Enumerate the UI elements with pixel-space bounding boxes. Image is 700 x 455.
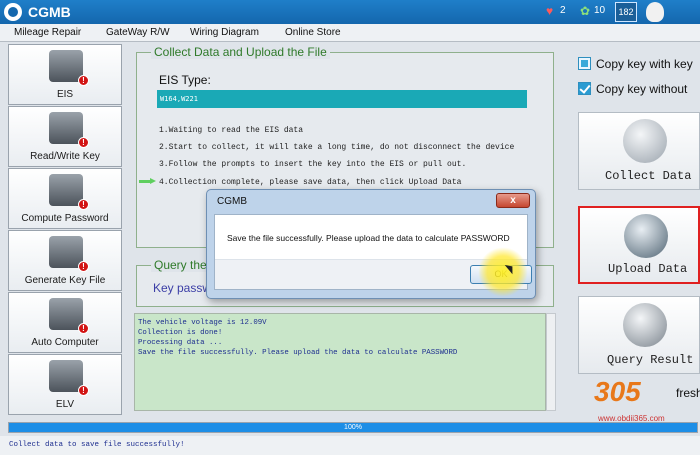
sidebar-item-label: Generate Key File [24, 275, 106, 286]
query-group-title: Query the [151, 258, 210, 272]
query-result-label: Query Result [607, 353, 694, 367]
sidebar-item-generate-key-file[interactable]: ! Generate Key File [8, 230, 122, 291]
alert-icon: ! [78, 261, 89, 272]
menu-gateway-rw[interactable]: GateWay R/W [106, 27, 170, 38]
sidebar-item-eis[interactable]: ! EIS [8, 44, 122, 105]
dialog-body: Save the file successfully. Please uploa… [214, 214, 532, 290]
copy-key-without-label: Copy key without [596, 82, 688, 96]
leaf-icon: ✿ [580, 4, 591, 18]
close-button[interactable]: x [496, 193, 530, 208]
sidebar-item-label: Compute Password [21, 213, 109, 224]
alert-icon: ! [78, 199, 89, 210]
heart-icon: ♥ [546, 4, 554, 18]
collect-data-button[interactable]: Collect Data [578, 112, 700, 190]
progress-text: 100% [344, 424, 362, 431]
menu-online-store[interactable]: Online Store [285, 27, 341, 38]
hearts-count: 2 [560, 5, 566, 16]
owl-icon[interactable] [646, 2, 664, 22]
dialog-message: Save the file successfully. Please uploa… [227, 233, 510, 243]
message-dialog: CGMB x Save the file successfully. Pleas… [206, 189, 536, 299]
user-badge[interactable]: 182 [615, 2, 637, 22]
alert-icon: ! [78, 385, 89, 396]
sidebar-item-auto-computer[interactable]: ! Auto Computer [8, 292, 122, 353]
query-result-button[interactable]: Query Result [578, 296, 700, 374]
copy-key-with-key-option[interactable]: Copy key with key [578, 57, 693, 71]
sidebar: ! EIS ! Read/Write Key ! Compute Passwor… [8, 44, 122, 416]
menu-bar: Mileage Repair GateWay R/W Wiring Diagra… [0, 24, 700, 42]
step-2: 2.Start to collect, it will take a long … [159, 143, 515, 152]
copy-key-with-label: Copy key with key [596, 57, 693, 71]
dialog-footer: OK [215, 259, 532, 289]
sidebar-item-label: Read/Write Key [30, 151, 100, 162]
alert-icon: ! [78, 75, 89, 86]
eis-type-value[interactable]: W164,W221 [157, 90, 527, 108]
status-text: Collect data to save file successfully! [9, 441, 185, 449]
app-logo-icon [4, 3, 22, 21]
magnifier-icon [623, 303, 667, 347]
collect-data-label: Collect Data [605, 169, 692, 183]
step-1: 1.Waiting to read the EIS data [159, 126, 304, 135]
upload-data-button[interactable]: Upload Data [578, 206, 700, 284]
current-step-arrow-icon [139, 178, 157, 185]
step-4: 4.Collection complete, please save data,… [159, 178, 462, 187]
ecu-icon: ! [49, 298, 89, 334]
upload-data-label: Upload Data [608, 262, 688, 276]
title-bar: CGMB ♥ 2 ✿ 10 182 [0, 0, 700, 24]
step-3: 3.Follow the prompts to insert the key i… [159, 160, 467, 169]
sidebar-item-read-write-key[interactable]: ! Read/Write Key [8, 106, 122, 167]
sidebar-item-label: EIS [56, 89, 74, 100]
refresh-button[interactable]: fresh [676, 386, 700, 400]
log-scrollbar[interactable] [546, 313, 556, 411]
status-bar: Collect data to save file successfully! [0, 436, 700, 455]
collect-group-title: Collect Data and Upload the File [151, 45, 330, 59]
checkbox-checked-icon[interactable] [578, 82, 591, 95]
radio-square-icon[interactable] [578, 57, 591, 70]
log-line: The vehicle voltage is 12.09V [138, 319, 267, 327]
sidebar-item-label: Auto Computer [31, 337, 99, 348]
computer-icon: ! [49, 174, 89, 210]
progress-bar: 100% [8, 422, 698, 433]
sidebar-item-compute-password[interactable]: ! Compute Password [8, 168, 122, 229]
alert-icon: ! [78, 323, 89, 334]
globe-icon [624, 214, 668, 258]
watermark: 305 www.obdii365.com [594, 376, 674, 426]
key-file-icon: ! [49, 236, 89, 272]
usb-icon [623, 119, 667, 163]
log-line: Save the file successfully. Please uploa… [138, 349, 458, 357]
menu-mileage-repair[interactable]: Mileage Repair [14, 27, 81, 38]
watermark-number: 305 [594, 376, 641, 407]
points-count: 10 [594, 5, 606, 16]
alert-icon: ! [78, 137, 89, 148]
sidebar-item-elv[interactable]: ! ELV [8, 354, 122, 415]
copy-key-without-option[interactable]: Copy key without [578, 82, 687, 96]
steering-lock-icon: ! [49, 360, 89, 396]
car-key-icon: ! [49, 112, 89, 148]
ok-button[interactable]: OK [470, 265, 532, 284]
log-panel: The vehicle voltage is 12.09V Collection… [134, 313, 546, 411]
log-line: Collection is done! [138, 329, 223, 337]
dialog-title: CGMB [217, 196, 247, 207]
app-title: CGMB [28, 4, 71, 20]
log-line: Processing data ... [138, 339, 223, 347]
sidebar-item-label: ELV [55, 399, 75, 410]
eis-type-label: EIS Type: [159, 73, 211, 87]
menu-wiring-diagram[interactable]: Wiring Diagram [190, 27, 259, 38]
key-password-label: Key passw [153, 281, 212, 295]
ignition-key-icon: ! [49, 50, 89, 86]
